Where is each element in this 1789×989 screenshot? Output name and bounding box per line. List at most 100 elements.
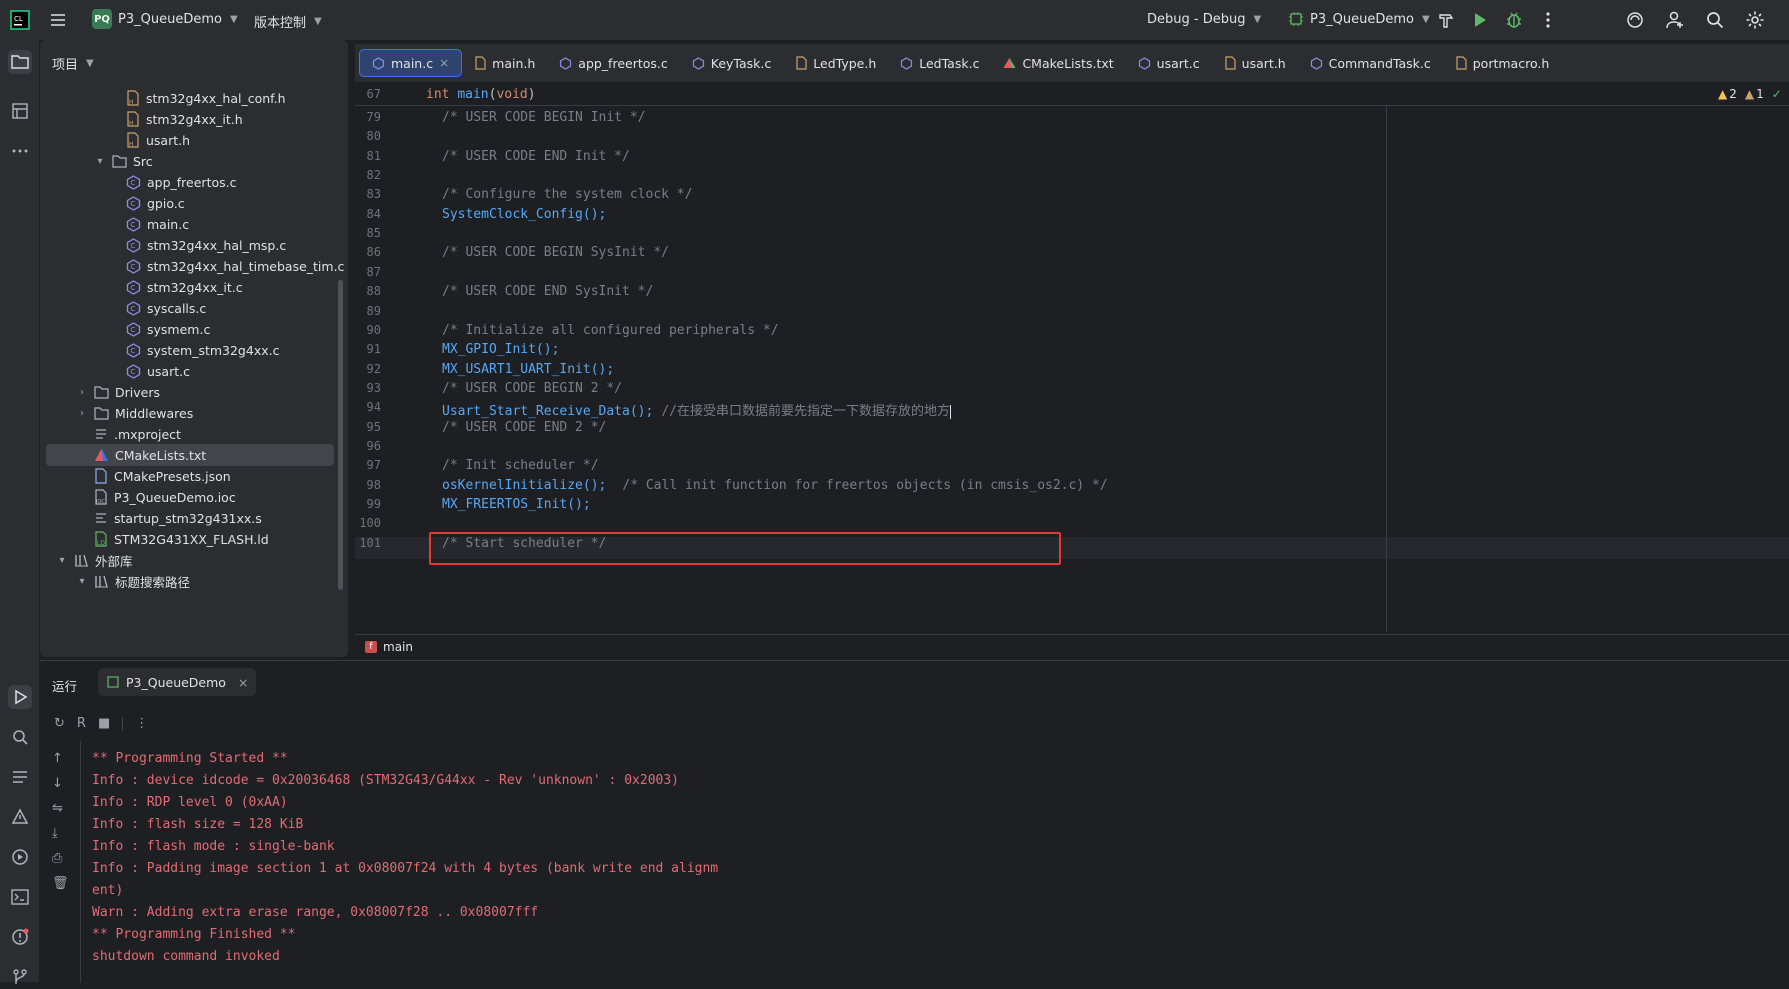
more-actions-icon[interactable] [1538,10,1558,30]
tree-item[interactable]: CMakeLists.txt [46,444,334,466]
function-icon: f [365,640,377,653]
breadcrumb-item[interactable]: main [383,640,413,654]
tree-item[interactable]: Hstm32g4xx_hal_conf.h [46,87,334,109]
line-number: 99 [366,497,381,511]
code-line: MX_FREERTOS_Init(); [442,497,591,512]
tab-usart-c[interactable]: usart.c [1126,49,1212,77]
build-hammer-icon[interactable] [1436,10,1456,30]
chevron-down-icon[interactable]: ▾ [56,555,68,566]
tab-app-freertos-c[interactable]: app_freertos.c [547,49,679,77]
tree-item[interactable]: › Drivers [46,381,334,403]
tree-item[interactable]: IOC P3_QueueDemo.ioc [46,486,334,508]
add-user-icon[interactable] [1665,10,1685,30]
line-number: 89 [366,303,381,318]
chevron-right-icon[interactable]: › [76,387,88,398]
vcs-menu[interactable]: 版本控制 ▼ [254,12,322,31]
tab-main-c[interactable]: main.c × [359,49,463,77]
tab-ledtask-c[interactable]: LedTask.c [888,49,991,77]
tree-item-label: stm32g4xx_hal_timebase_tim.c [147,258,345,274]
close-icon[interactable]: × [439,56,449,70]
project-switcher[interactable]: PQ P3_QueueDemo ▼ [92,9,238,29]
more-tools-icon[interactable] [8,139,32,163]
tree-item[interactable]: Cstm32g4xx_hal_timebase_tim.c [46,255,344,277]
tree-item[interactable]: Cstm32g4xx_hal_msp.c [46,234,334,256]
code-editor[interactable]: 67 int main(void) ▲ 2 ▲ 1 ✓ 79/* USER CODE… [355,84,1789,632]
tab-ledtype-h[interactable]: LedType.h [783,49,888,77]
debug-bug-icon[interactable] [1504,10,1524,30]
tree-item[interactable]: LD STM32G431XX_FLASH.ld [46,528,334,550]
services-icon[interactable] [8,845,32,869]
project-badge: PQ [92,9,112,29]
c-file-icon [1138,56,1151,70]
search-icon[interactable] [1705,10,1725,30]
terminal-icon[interactable] [8,885,32,909]
tree-item[interactable]: Csyscalls.c [46,297,334,319]
svg-text:C: C [131,242,136,250]
line-number: 91 [366,342,381,357]
tree-item[interactable]: .mxproject [46,423,334,445]
find-icon[interactable] [8,725,32,749]
git-branch-icon[interactable] [8,965,32,989]
app-logo-icon[interactable]: CL [10,10,30,30]
tab-cmakelists-txt[interactable]: CMakeLists.txt [991,49,1125,77]
tree-item[interactable]: Csysmem.c [46,318,334,340]
tree-item-label: stm32g4xx_it.c [147,279,243,295]
console-output[interactable]: ** Programming Started ** Info : device i… [40,661,1789,983]
tree-item-label: stm32g4xx_hal_msp.c [147,237,287,253]
notifications-icon[interactable] [8,925,32,949]
tree-item[interactable]: Cusart.c [46,360,334,382]
settings-gear-icon[interactable] [1745,10,1765,30]
tree-item[interactable]: startup_stm32g431xx.s [46,507,334,529]
tab-commandtask-c[interactable]: CommandTask.c [1298,49,1443,77]
run-tool-icon[interactable] [8,685,32,709]
tree-item[interactable]: ▾ Src [46,150,334,172]
line-number: 90 [366,322,381,337]
tree-item-label: Drivers [115,384,160,400]
tree-item[interactable]: ▾ 外部库 [46,549,334,571]
c-file-icon: C [126,216,141,232]
structure-icon[interactable] [8,99,32,123]
tab-label: LedTask.c [919,55,980,71]
c-file-icon [692,56,705,70]
tree-item[interactable]: Husart.h [46,129,334,151]
h-file-icon [795,56,807,70]
chevron-down-icon[interactable]: ▾ [94,156,106,167]
run-config-selector[interactable]: Debug - Debug ▼ [1147,12,1261,27]
chevron-right-icon[interactable]: › [76,408,88,419]
tree-item-label: P3_QueueDemo.ioc [114,489,236,505]
line-number: 96 [366,438,381,453]
tab-keytask-c[interactable]: KeyTask.c [680,49,784,77]
line-number: 88 [366,284,381,299]
project-folder-icon[interactable] [8,50,32,74]
c-file-icon: C [126,195,141,211]
tree-item[interactable]: ▾ 标题搜索路径 [46,570,334,592]
tree-item[interactable]: Cgpio.c [46,192,334,214]
c-file-icon: C [126,342,141,358]
tab-portmacro-h[interactable]: portmacro.h [1443,49,1562,77]
code-line: /* USER CODE END Init */ [442,148,630,164]
tree-item[interactable]: Capp_freertos.c [46,171,334,193]
todo-list-icon[interactable] [8,765,32,789]
main-menu-icon[interactable] [48,10,68,30]
svg-text:C: C [131,200,136,208]
tree-item[interactable]: Csystem_stm32g4xx.c [46,339,334,361]
chevron-down-icon[interactable]: ▾ [76,576,88,587]
tree-item-label: usart.c [147,363,190,379]
svg-text:C: C [131,263,136,271]
tab-main-h[interactable]: main.h [462,49,547,77]
tree-item[interactable]: Cstm32g4xx_it.c [46,276,334,298]
problems-icon[interactable] [8,805,32,829]
tab-usart-h[interactable]: usart.h [1212,49,1298,77]
tree-item[interactable]: › Middlewares [46,402,334,424]
ai-assistant-icon[interactable] [1625,10,1645,30]
console-line: ent) [92,883,124,898]
run-icon[interactable] [1470,10,1490,30]
tree-item[interactable]: Cmain.c [46,213,334,235]
tab-label: main.c [391,55,434,71]
target-selector[interactable]: P3_QueueDemo ▼ [1288,11,1430,27]
tree-item[interactable]: Hstm32g4xx_it.h [46,108,334,130]
svg-text:C: C [131,305,136,313]
tree-item-label: syscalls.c [147,300,207,316]
tree-item[interactable]: CMakePresets.json [46,465,334,487]
svg-text:H: H [129,120,134,127]
